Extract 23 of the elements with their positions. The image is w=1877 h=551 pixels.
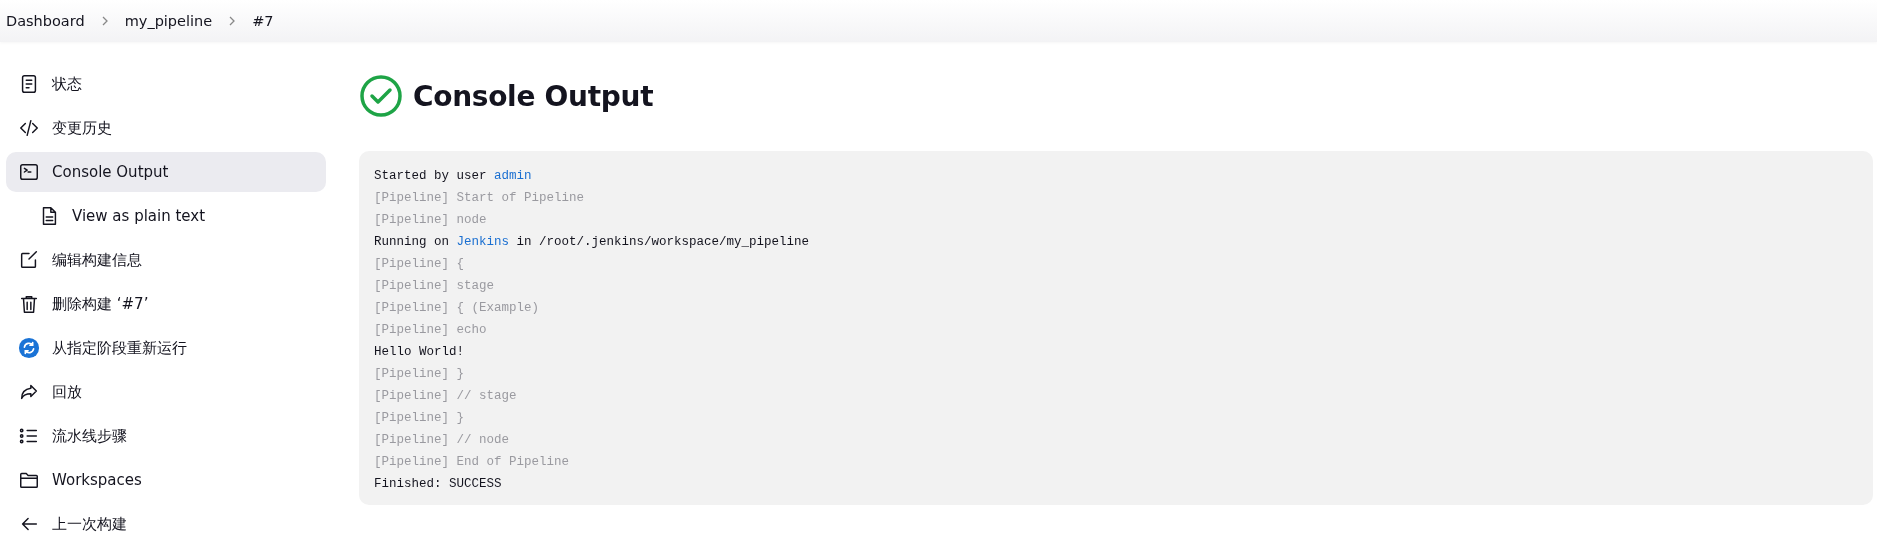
sidebar-item[interactable]: Console Output bbox=[6, 152, 326, 192]
console-output: Started by user admin [Pipeline] Start of Pipeline [Pipeline] node Running on Jenkins in /root/.jenkins/workspace/my_pipeline [Pipeline] { [Pipeline] stage [Pipeline] { (Example) [Pipeline] echo Hello World! [Pipeline] } [Pipeline] // stage [Pipeline] } [Pipeline] // node [Pipeline] End of Pipeline Finished: SUCCESS bbox=[359, 151, 1873, 505]
console-link[interactable]: Jenkins bbox=[456, 235, 510, 249]
terminal-icon bbox=[18, 161, 40, 183]
page-title: Console Output bbox=[413, 79, 654, 113]
trash-icon bbox=[18, 293, 40, 315]
breadcrumb-link[interactable]: Dashboard bbox=[6, 13, 85, 29]
sidebar-item[interactable]: 编辑构建信息 bbox=[6, 240, 326, 280]
sidebar-item[interactable]: Workspaces bbox=[6, 460, 326, 500]
sidebar-item[interactable]: 变更历史 bbox=[6, 108, 326, 148]
breadcrumb-link[interactable]: #7 bbox=[252, 13, 274, 29]
code-icon bbox=[18, 117, 40, 139]
sidebar-item[interactable]: View as plain text bbox=[6, 196, 326, 236]
sidebar-item[interactable]: 上一次构建 bbox=[6, 504, 326, 544]
sidebar-item[interactable]: 从指定阶段重新运行 bbox=[6, 328, 326, 368]
refresh-icon bbox=[18, 337, 40, 359]
breadcrumb-link[interactable]: my_pipeline bbox=[124, 13, 213, 29]
edit-icon bbox=[18, 249, 40, 271]
sidebar-item[interactable]: 删除构建 ‘#7’ bbox=[6, 284, 326, 324]
sidebar-item[interactable]: 状态 bbox=[6, 64, 326, 104]
console-link[interactable]: admin bbox=[494, 169, 532, 183]
sidebar-item[interactable]: 流水线步骤 bbox=[6, 416, 326, 456]
sidebar-item[interactable]: 回放 bbox=[6, 372, 326, 412]
